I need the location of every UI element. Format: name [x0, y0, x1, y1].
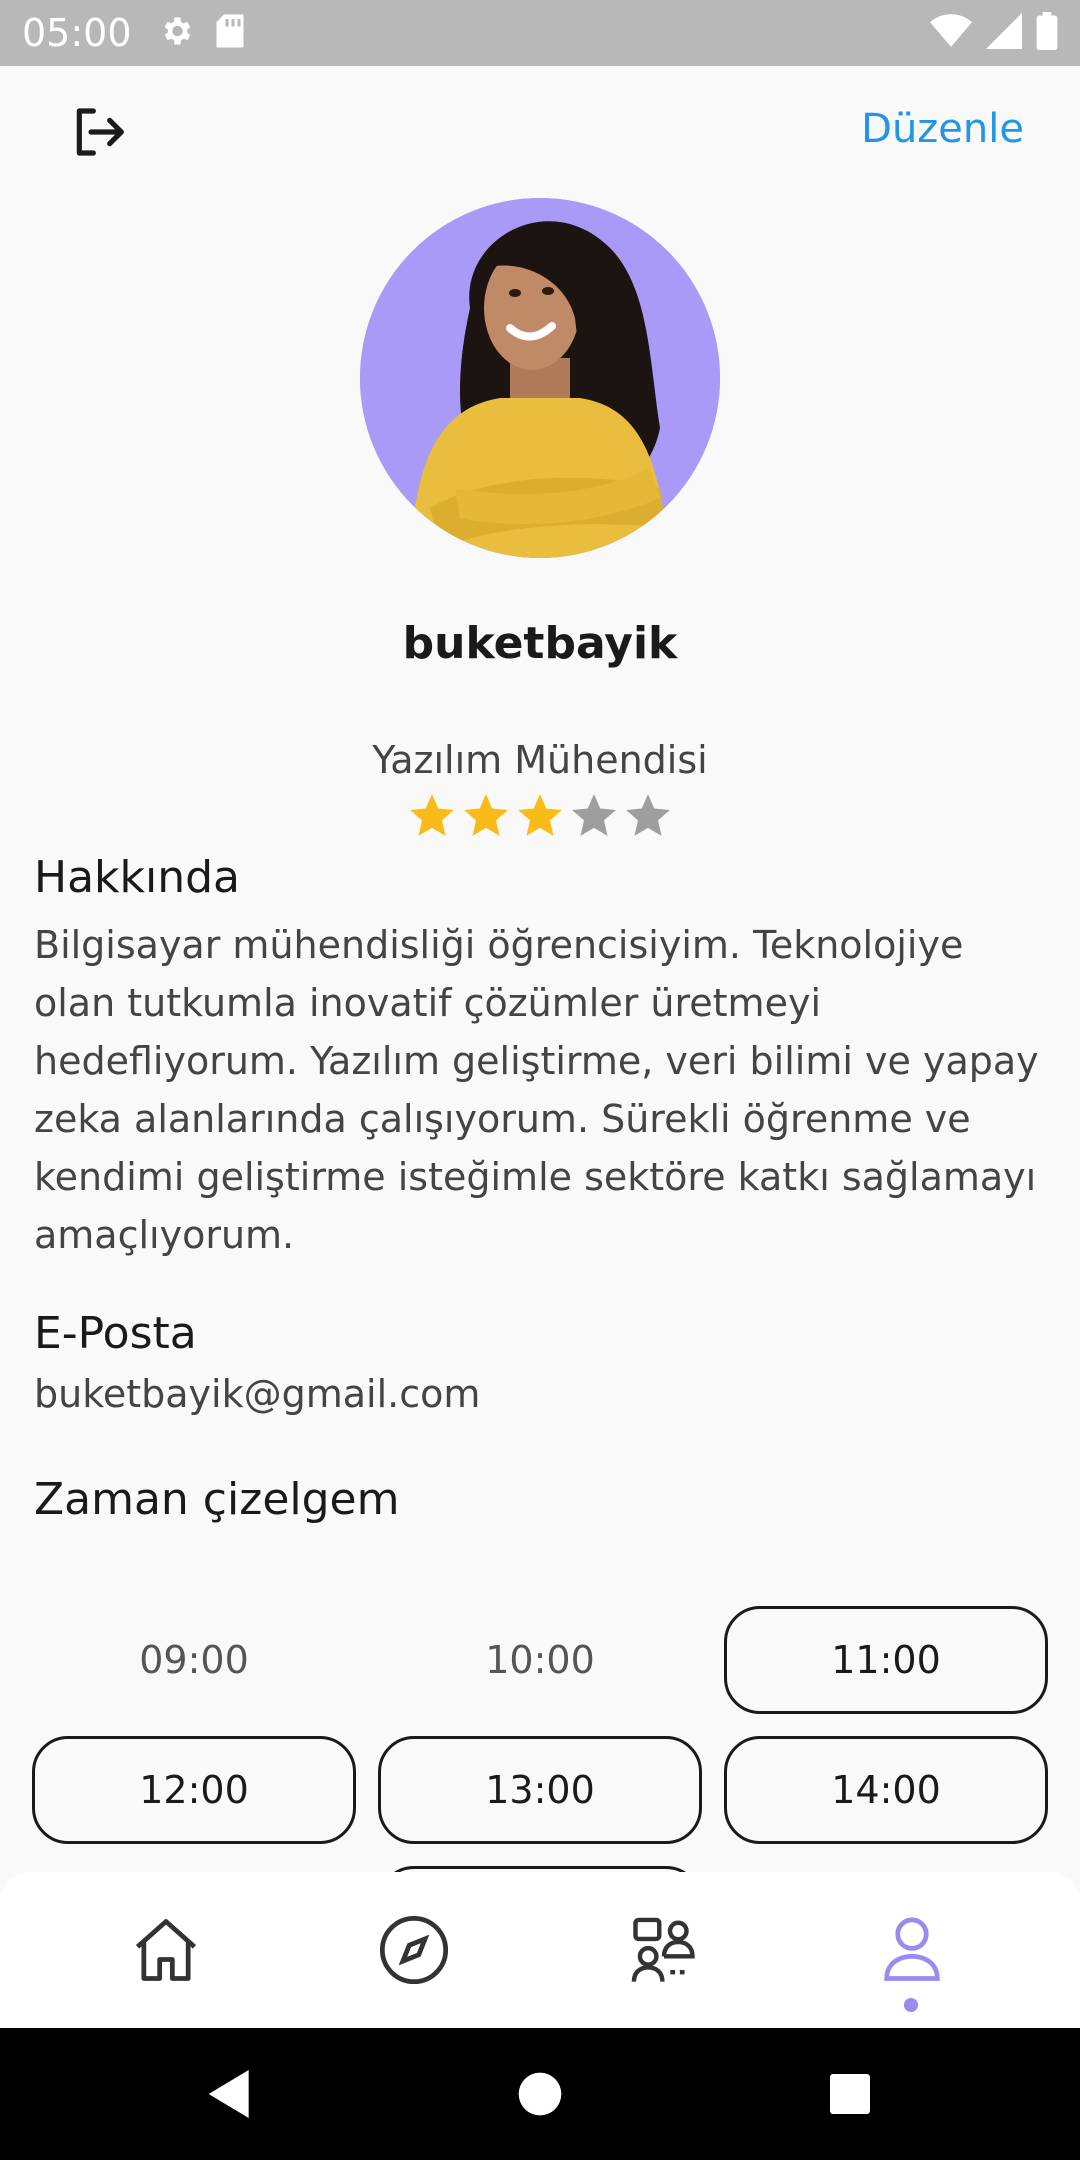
about-text: Bilgisayar mühendisliği öğrencisiyim. Te… — [34, 923, 1039, 1257]
profile-icon — [874, 1912, 950, 1992]
back-icon — [198, 2070, 262, 2130]
time-slot[interactable]: 09:00 — [32, 1606, 356, 1714]
time-slot[interactable]: 14:00 — [724, 1736, 1048, 1844]
nav-home[interactable] — [124, 1910, 208, 1994]
star-filled-icon — [407, 790, 457, 840]
time-slots: 09:00 10:00 11:00 12:00 13:00 14:00 — [32, 1606, 1048, 1876]
wifi-icon — [930, 13, 972, 53]
star-empty-icon — [569, 790, 619, 840]
logout-icon — [70, 104, 126, 164]
star-filled-icon — [461, 790, 511, 840]
star-rating — [0, 790, 1080, 840]
nav-explore[interactable] — [372, 1910, 456, 1994]
star-filled-icon — [515, 790, 565, 840]
email-title: E-Posta — [34, 1308, 197, 1359]
top-bar: Düzenle — [0, 66, 1080, 196]
edit-button[interactable]: Düzenle — [861, 106, 1024, 152]
status-time: 05:00 — [22, 11, 132, 55]
back-button[interactable] — [198, 2062, 262, 2126]
home-button[interactable] — [508, 2062, 572, 2126]
system-nav-bar — [0, 2028, 1080, 2160]
time-slot[interactable]: 13:00 — [378, 1736, 702, 1844]
time-slot[interactable]: 10:00 — [378, 1606, 702, 1714]
active-indicator — [904, 1998, 918, 2012]
compass-icon — [376, 1912, 452, 1992]
nav-profile[interactable] — [870, 1910, 954, 1994]
mentors-icon — [626, 1912, 702, 1992]
star-empty-icon — [623, 790, 673, 840]
about-title: Hakkında — [34, 852, 241, 903]
email-value: buketbayik@gmail.com — [34, 1372, 481, 1416]
home-icon — [128, 1912, 204, 1992]
circle-home-icon — [508, 2072, 572, 2130]
time-slot[interactable]: 12:00 — [32, 1736, 356, 1844]
recents-button[interactable] — [818, 2062, 882, 2126]
bottom-nav — [0, 1872, 1080, 2028]
schedule-title: Zaman çizelgem — [34, 1474, 400, 1525]
time-slot[interactable]: 11:00 — [724, 1606, 1048, 1714]
square-recents-icon — [818, 2074, 882, 2130]
signal-icon — [986, 13, 1022, 53]
logout-button[interactable] — [60, 96, 136, 172]
username: buketbayik — [402, 618, 678, 669]
job-title: Yazılım Mühendisi — [372, 738, 708, 782]
nav-mentors[interactable] — [622, 1910, 706, 1994]
sd-card-icon — [214, 13, 246, 53]
status-bar: 05:00 — [0, 0, 1080, 66]
avatar — [360, 198, 720, 558]
battery-icon — [1036, 12, 1058, 54]
gear-icon — [158, 13, 194, 53]
